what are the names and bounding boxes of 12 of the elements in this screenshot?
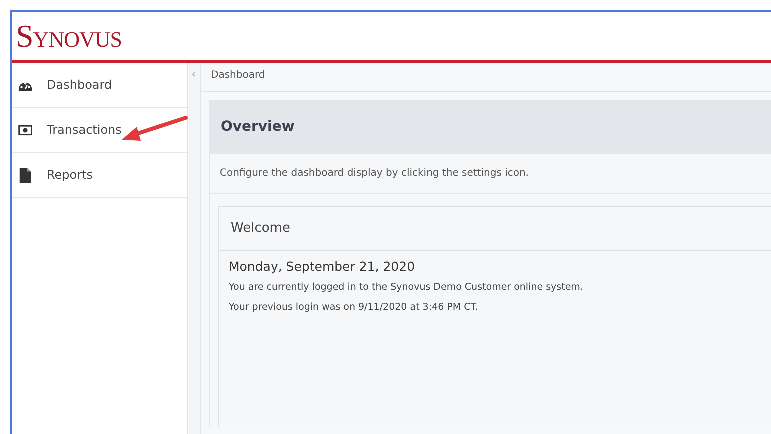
welcome-message: You are currently logged in to the Synovus Demo Customer online system. <box>229 282 584 293</box>
sidebar-item[interactable]: Reports <box>12 153 187 198</box>
card-title: Welcome <box>231 221 290 236</box>
logo: Synovus <box>16 18 122 54</box>
hint-text: Configure the dashboard display by clicking the settings icon. <box>210 154 771 194</box>
sidebar-item[interactable]: Dashboard <box>12 63 187 108</box>
banknote-icon <box>18 124 33 136</box>
breadcrumb[interactable]: Dashboard <box>201 63 771 92</box>
panel-title: Overview <box>221 119 295 135</box>
date-text: Monday, September 21, 2020 <box>229 259 416 274</box>
document-icon <box>18 168 33 182</box>
welcome-message: Your previous login was on 9/11/2020 at 3:46 PM CT. <box>229 302 480 313</box>
